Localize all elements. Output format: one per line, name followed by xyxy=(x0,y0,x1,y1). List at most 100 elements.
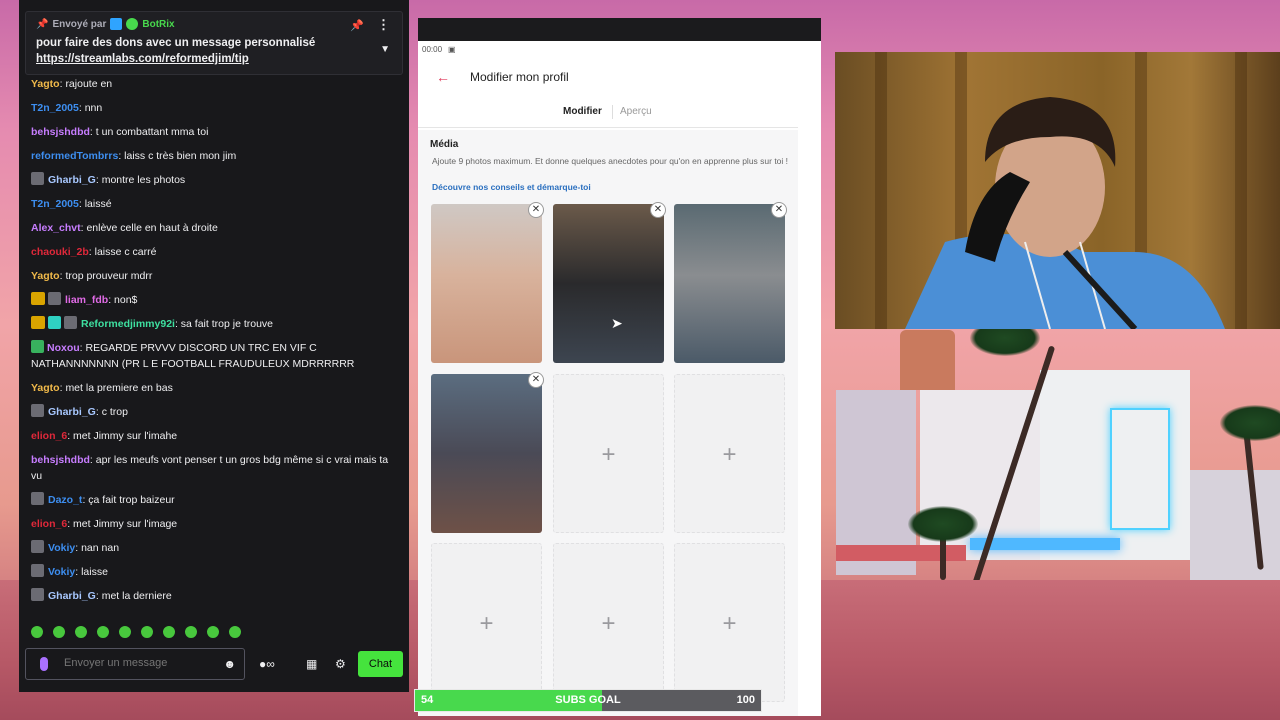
more-options-icon[interactable]: ⋮ xyxy=(377,17,390,33)
chat-message-text: ça fait trop baizeur xyxy=(88,494,175,506)
chat-message-text: trop prouveur mdrr xyxy=(65,270,153,282)
crown-badge-icon xyxy=(31,292,45,305)
emote-icon[interactable] xyxy=(161,624,177,640)
neon-window-grid xyxy=(1110,408,1170,530)
profile-photo[interactable] xyxy=(553,204,664,363)
points-icon[interactable]: ●∞ xyxy=(259,657,275,671)
chat-message: Gharbi_G: montre les photos xyxy=(31,172,401,188)
chat-username[interactable]: Yagto xyxy=(31,78,60,90)
chat-username[interactable]: Dazo_t xyxy=(48,494,82,506)
emote-icon[interactable] xyxy=(183,624,199,640)
chat-message: behsjshdbd: apr les meufs vont penser t … xyxy=(31,454,389,482)
emote-icon[interactable] xyxy=(205,624,221,640)
chat-username[interactable]: Gharbi_G xyxy=(48,590,96,602)
chat-username[interactable]: Vokiy xyxy=(48,566,75,578)
profile-photo[interactable] xyxy=(431,374,542,533)
pinned-sender: BotRix xyxy=(142,18,175,30)
chat-message: Noxou: REGARDE PRVVV DISCORD UN TRC EN V… xyxy=(31,340,355,370)
profile-photo[interactable] xyxy=(431,204,542,363)
chevron-down-icon[interactable]: ▼ xyxy=(380,44,390,55)
status-time: 00:00 xyxy=(422,45,443,54)
chat-username[interactable]: T2n_2005 xyxy=(31,198,79,210)
page-title: Modifier mon profil xyxy=(470,70,569,84)
user-avatar-icon xyxy=(64,316,77,329)
pinned-link[interactable]: https://streamlabs.com/reformedjim/tip xyxy=(36,53,392,65)
chat-message-text: met la derniere xyxy=(101,590,172,602)
back-arrow-icon[interactable]: ← xyxy=(436,69,450,85)
chat-message-text: laiss c très bien mon jim xyxy=(124,150,237,162)
subscriber-badge-icon xyxy=(48,316,61,329)
chat-username[interactable]: Gharbi_G xyxy=(48,174,96,186)
add-photo-slot[interactable]: + xyxy=(553,374,664,533)
user-avatar-icon xyxy=(48,292,61,305)
chat-input-box[interactable]: ☻ xyxy=(25,648,245,680)
tab-apercu[interactable]: Aperçu xyxy=(620,106,652,117)
chat-username[interactable]: reformedTombrrs xyxy=(31,150,118,162)
profile-photo[interactable] xyxy=(674,204,785,363)
emote-icon[interactable] xyxy=(227,624,243,640)
chat-message-text: met la premiere en bas xyxy=(65,382,173,394)
palm-leaves xyxy=(908,506,978,542)
emote-icon[interactable] xyxy=(29,624,45,640)
crown-badge-icon xyxy=(31,316,45,329)
emote-icon[interactable] xyxy=(117,624,133,640)
emote-bar xyxy=(29,624,243,640)
add-photo-slot[interactable]: + xyxy=(431,543,542,702)
tab-modifier[interactable]: Modifier xyxy=(563,106,602,117)
emote-icon[interactable] xyxy=(95,624,111,640)
emote-icon[interactable] xyxy=(51,624,67,640)
emoji-icon[interactable]: ☻ xyxy=(223,657,236,671)
chat-username[interactable]: Reformedjimmy92i xyxy=(81,318,175,330)
plus-icon: + xyxy=(722,441,737,468)
chat-username[interactable]: Yagto xyxy=(31,270,60,282)
chat-username[interactable]: T2n_2005 xyxy=(31,102,79,114)
chat-username[interactable]: Alex_chvt xyxy=(31,222,81,234)
emote-icon[interactable] xyxy=(139,624,155,640)
chat-username[interactable]: behsjshdbd xyxy=(31,126,90,138)
chat-username[interactable]: liam_fdb xyxy=(65,294,108,306)
chat-message-text: nan nan xyxy=(81,542,120,554)
chat-username[interactable]: Gharbi_G xyxy=(48,406,96,418)
phone-notch-bar xyxy=(418,18,821,41)
remove-photo-icon[interactable]: ✕ xyxy=(528,202,544,218)
chat-username[interactable]: Noxou xyxy=(47,342,80,354)
chat-username[interactable]: elion_6 xyxy=(31,518,67,530)
pinned-message[interactable]: 📌 Envoyé par BotRix pour faire des dons … xyxy=(25,11,403,75)
chat-panel: 📌 Envoyé par BotRix pour faire des dons … xyxy=(19,0,409,692)
chat-message-text: c trop xyxy=(101,406,128,418)
chat-send-button[interactable]: Chat xyxy=(358,651,403,677)
chat-username[interactable]: behsjshdbd xyxy=(31,454,90,466)
add-photo-slot[interactable]: + xyxy=(553,543,664,702)
pinned-text: pour faire des dons avec un message pers… xyxy=(36,37,316,49)
chat-message-text: nnn xyxy=(84,102,103,114)
chat-username[interactable]: Vokiy xyxy=(48,542,75,554)
subscriber-badge-icon xyxy=(31,340,44,353)
chat-username[interactable]: Yagto xyxy=(31,382,60,394)
chat-message: T2n_2005: laissé xyxy=(31,198,112,210)
subs-goal-label: SUBS GOAL xyxy=(555,694,621,706)
remove-photo-icon[interactable]: ✕ xyxy=(771,202,787,218)
chat-username[interactable]: elion_6 xyxy=(31,430,67,442)
add-photo-slot[interactable]: + xyxy=(674,543,785,702)
user-avatar-icon xyxy=(31,404,44,417)
pin-small-icon: 📌 xyxy=(36,18,49,30)
settings-gear-icon[interactable]: ⚙ xyxy=(335,657,346,671)
remove-photo-icon[interactable]: ✕ xyxy=(650,202,666,218)
add-photo-slot[interactable]: + xyxy=(674,374,785,533)
chat-message: liam_fdb: non$ xyxy=(31,292,401,308)
chat-message-input[interactable] xyxy=(64,657,214,669)
chat-message-text: sa fait trop je trouve xyxy=(180,318,274,330)
chat-message-text: laisse xyxy=(81,566,108,578)
microphone-icon[interactable] xyxy=(40,657,48,671)
remove-photo-icon[interactable]: ✕ xyxy=(528,372,544,388)
store-icon[interactable]: ▦ xyxy=(306,657,317,671)
chat-message: T2n_2005: nnn xyxy=(31,102,103,114)
emote-icon[interactable] xyxy=(73,624,89,640)
pinned-sent-by: Envoyé par xyxy=(52,18,107,30)
media-tips-link[interactable]: Découvre nos conseils et démarque-toi xyxy=(432,182,591,192)
pin-icon[interactable]: 📌 xyxy=(350,19,364,32)
chat-message: reformedTombrrs: laiss c très bien mon j… xyxy=(31,150,237,162)
chat-message: Yagto: trop prouveur mdrr xyxy=(31,270,153,282)
chat-username[interactable]: chaouki_2b xyxy=(31,246,89,258)
chat-message-text: laisse c carré xyxy=(94,246,157,258)
